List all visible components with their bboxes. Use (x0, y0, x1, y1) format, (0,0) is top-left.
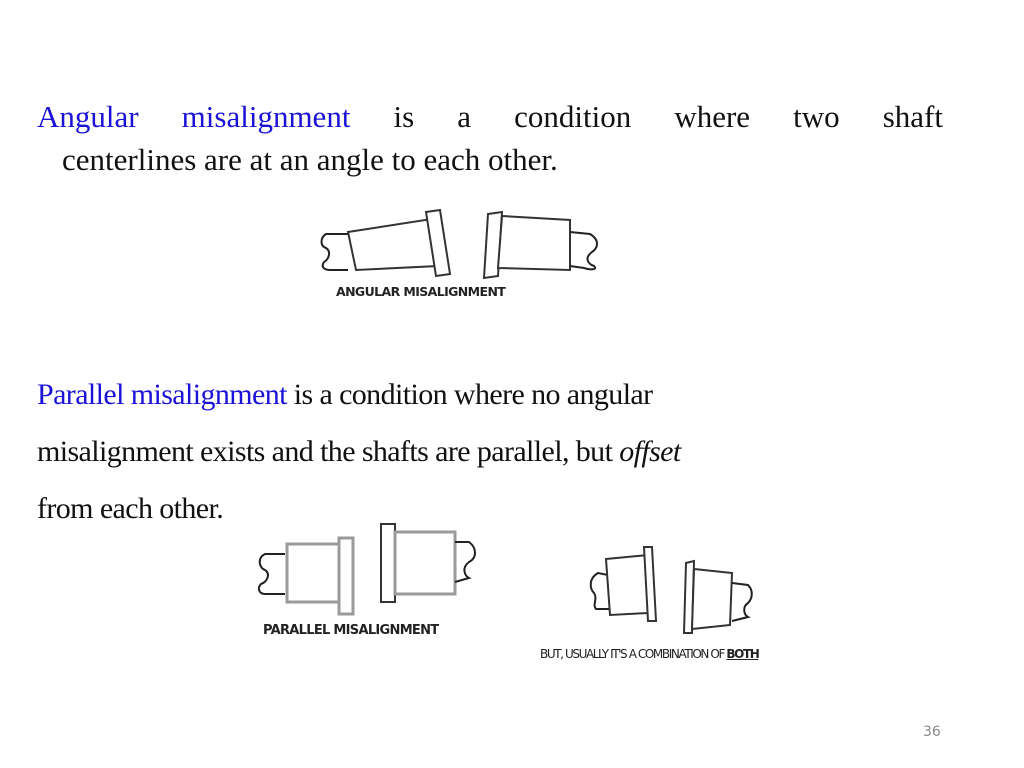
combined-caption-text: BUT, USUALLY IT'S A COMBINATION OF (540, 647, 727, 661)
combined-caption-emphasis: BOTH (726, 647, 759, 661)
word: where (674, 99, 751, 134)
definition-line-1: Parallel misalignment is a condition whe… (37, 366, 681, 423)
definition-text: misalignment exists and the shafts are p… (37, 435, 620, 468)
term-angular-2: misalignment (181, 99, 351, 134)
angular-shafts-drawing (320, 208, 598, 280)
definition-line-1: Angular misalignment is a condition wher… (37, 95, 943, 138)
angular-caption: ANGULAR MISALIGNMENT (336, 284, 506, 299)
word: two (793, 99, 840, 134)
combined-misalignment-figure: BUT, USUALLY IT'S A COMBINATION OF BOTH (538, 545, 798, 667)
combined-shafts-drawing (589, 546, 753, 634)
parallel-misalignment-definition: Parallel misalignment is a condition whe… (37, 366, 681, 537)
angular-misalignment-definition: Angular misalignment is a condition wher… (37, 95, 943, 181)
word: shaft (882, 99, 943, 134)
definition-line-3: from each other. (37, 492, 224, 525)
term-angular: Angular (37, 99, 139, 134)
angular-misalignment-figure: ANGULAR MISALIGNMENT (318, 204, 608, 302)
definition-line-2: misalignment exists and the shafts are p… (37, 423, 681, 480)
word: a (457, 99, 472, 134)
term-parallel: Parallel misalignment (37, 378, 287, 411)
combined-caption: BUT, USUALLY IT'S A COMBINATION OF BOTH (540, 647, 760, 661)
word: is (393, 99, 415, 134)
definition-text: is a condition where no angular (286, 378, 653, 411)
offset-emphasis: offset (619, 435, 681, 468)
word: condition (514, 99, 632, 134)
definition-line-2: centerlines are at an angle to each othe… (62, 142, 558, 177)
page-number: 36 (923, 724, 941, 740)
parallel-caption: PARALLEL MISALIGNMENT (263, 623, 439, 638)
